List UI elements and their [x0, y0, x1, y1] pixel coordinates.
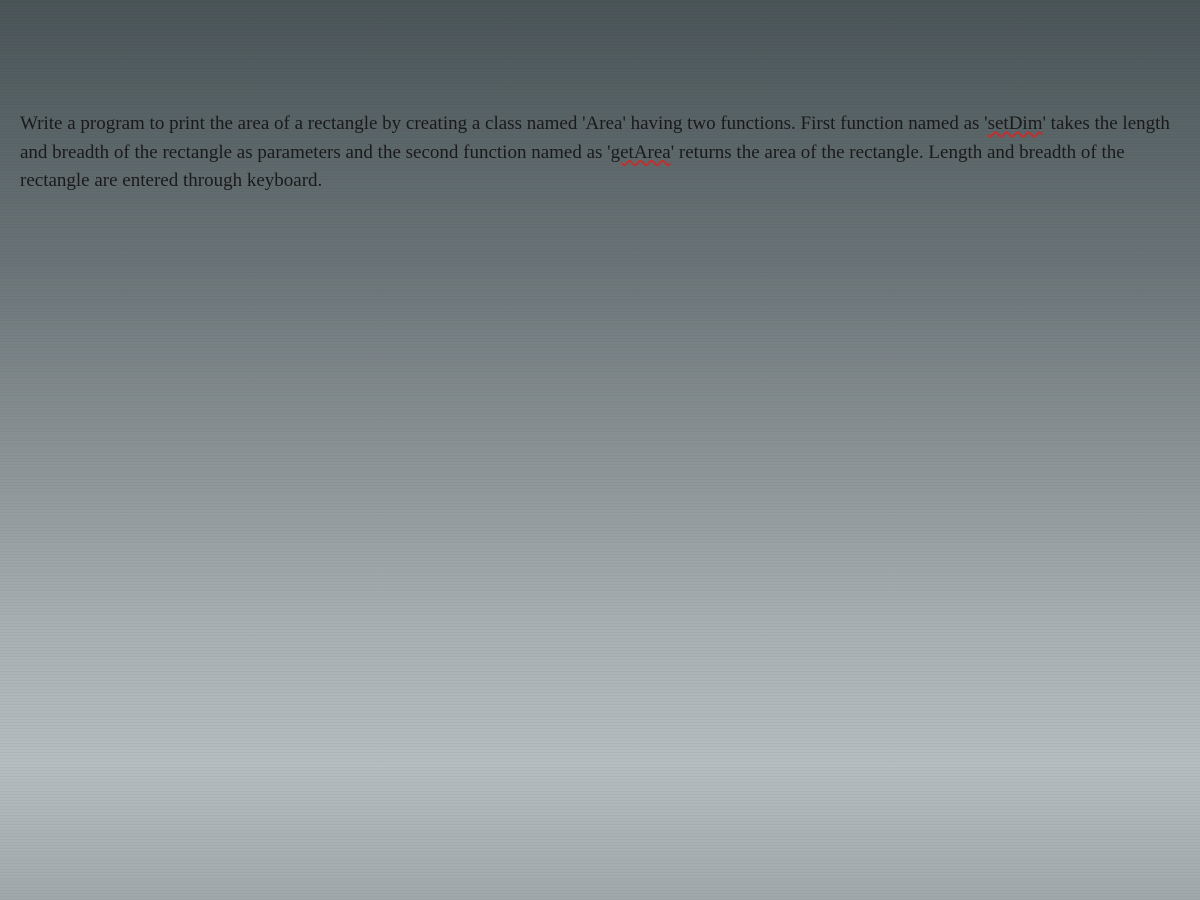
problem-text-part1: Write a program to print the area of a r…: [20, 113, 988, 134]
spellcheck-error-setdim: setDim: [988, 113, 1043, 134]
document-body[interactable]: Write a program to print the area of a r…: [20, 110, 1180, 196]
spellcheck-error-getarea: getArea: [611, 142, 671, 163]
